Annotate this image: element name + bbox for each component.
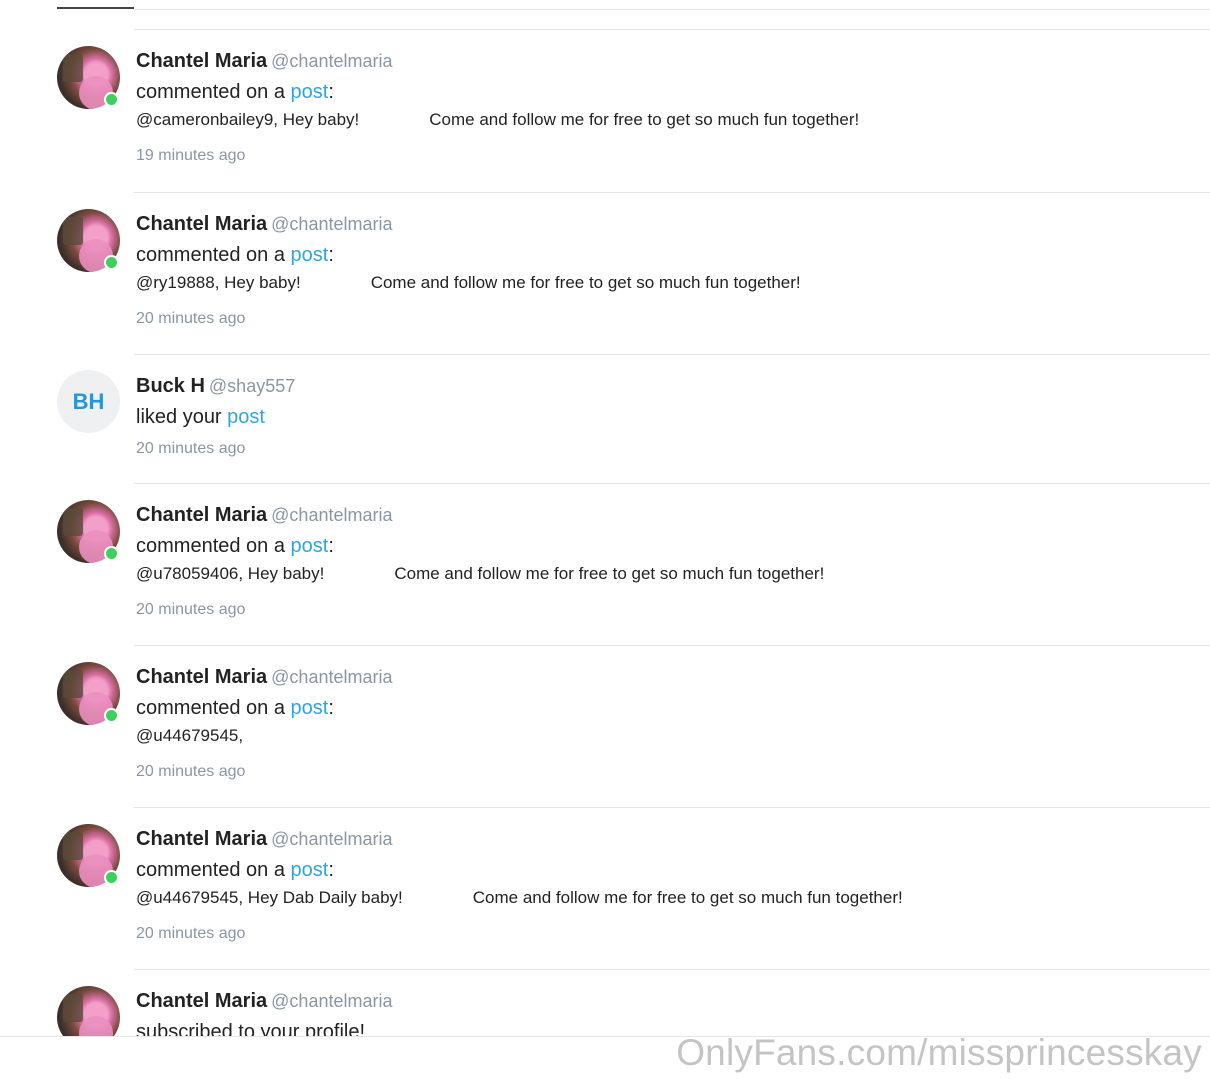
user-name[interactable]: Chantel Maria <box>136 50 267 72</box>
online-status-icon <box>104 708 119 723</box>
user-handle[interactable]: @shay557 <box>209 376 295 396</box>
timestamp: 20 minutes ago <box>136 601 246 618</box>
action-text: commented on a <box>136 859 291 881</box>
action-text: commented on a <box>136 244 291 266</box>
divider <box>134 29 1210 30</box>
user-name[interactable]: Buck H <box>136 375 205 397</box>
user-handle[interactable]: @chantelmaria <box>271 829 392 849</box>
avatar-initials[interactable]: BH <box>57 370 120 433</box>
user-name[interactable]: Chantel Maria <box>136 990 267 1012</box>
notification-item: Chantel Maria @chantelmaria commented on … <box>0 29 1210 192</box>
divider <box>134 192 1210 193</box>
user-handle[interactable]: @chantelmaria <box>271 505 392 525</box>
action-text: subscribed to your profile! <box>136 1021 366 1036</box>
avatar[interactable] <box>57 986 120 1036</box>
comment-mention: @cameronbailey9, Hey baby! <box>136 110 360 129</box>
avatar[interactable] <box>57 46 120 109</box>
avatar[interactable] <box>57 662 120 725</box>
notifications-feed: Chantel Maria @chantelmaria commented on … <box>0 0 1210 1036</box>
comment-mention: @u44679545, <box>136 726 244 745</box>
timestamp: 20 minutes ago <box>136 440 246 457</box>
divider <box>134 483 1210 484</box>
timestamp: 20 minutes ago <box>136 763 246 780</box>
timestamp: 19 minutes ago <box>136 147 246 164</box>
comment-body: Come and follow me for free to get so mu… <box>370 273 801 292</box>
avatar-photo <box>57 986 120 1036</box>
user-handle[interactable]: @chantelmaria <box>271 214 392 234</box>
avatar[interactable] <box>57 500 120 563</box>
user-handle[interactable]: @chantelmaria <box>271 51 392 71</box>
action-suffix: : <box>328 697 334 719</box>
post-link[interactable]: post <box>291 244 329 266</box>
top-divider <box>134 9 1210 10</box>
comment-mention: @u44679545, Hey Dab Daily baby! <box>136 888 403 907</box>
action-text: commented on a <box>136 535 291 557</box>
action-suffix: : <box>328 535 334 557</box>
notification-item: Chantel Maria @chantelmaria subscribed to… <box>0 969 1210 1036</box>
user-handle[interactable]: @chantelmaria <box>271 667 392 687</box>
notification-item: Chantel Maria @chantelmaria commented on … <box>0 192 1210 354</box>
user-name[interactable]: Chantel Maria <box>136 666 267 688</box>
timestamp: 20 minutes ago <box>136 310 246 327</box>
online-status-icon <box>104 255 119 270</box>
notification-item: Chantel Maria @chantelmaria commented on … <box>0 807 1210 969</box>
action-text: commented on a <box>136 697 291 719</box>
notification-item: Chantel Maria @chantelmaria commented on … <box>0 645 1210 807</box>
avatar[interactable] <box>57 209 120 272</box>
avatar-initials-text: BH <box>72 388 105 414</box>
post-link[interactable]: post <box>291 697 329 719</box>
comment-body: Come and follow me for free to get so mu… <box>394 564 825 583</box>
timestamp: 20 minutes ago <box>136 925 246 942</box>
user-name[interactable]: Chantel Maria <box>136 504 267 526</box>
action-suffix: : <box>328 859 334 881</box>
divider <box>134 645 1210 646</box>
active-tab-indicator <box>57 7 134 9</box>
divider <box>134 969 1210 970</box>
online-status-icon <box>104 870 119 885</box>
comment-mention: @u78059406, Hey baby! <box>136 564 325 583</box>
user-name[interactable]: Chantel Maria <box>136 213 267 235</box>
watermark: OnlyFans.com/missprincesskay <box>676 1032 1202 1073</box>
notification-item: Chantel Maria @chantelmaria commented on … <box>0 483 1210 645</box>
action-text: liked your <box>136 406 228 428</box>
divider <box>134 354 1210 355</box>
notification-item: BH Buck H @shay557 liked your post 20 min… <box>0 354 1210 483</box>
post-link[interactable]: post <box>291 859 329 881</box>
avatar[interactable] <box>57 824 120 887</box>
user-name[interactable]: Chantel Maria <box>136 828 267 850</box>
comment-body: Come and follow me for free to get so mu… <box>472 888 903 907</box>
online-status-icon <box>104 92 119 107</box>
online-status-icon <box>104 546 119 561</box>
divider <box>134 807 1210 808</box>
post-link[interactable]: post <box>291 535 329 557</box>
action-suffix: : <box>328 244 334 266</box>
action-suffix: : <box>328 81 334 103</box>
user-handle[interactable]: @chantelmaria <box>271 991 392 1011</box>
comment-mention: @ry19888, Hey baby! <box>136 273 301 292</box>
post-link[interactable]: post <box>227 406 265 428</box>
action-text: commented on a <box>136 81 291 103</box>
post-link[interactable]: post <box>291 81 329 103</box>
comment-body: Come and follow me for free to get so mu… <box>429 110 860 129</box>
